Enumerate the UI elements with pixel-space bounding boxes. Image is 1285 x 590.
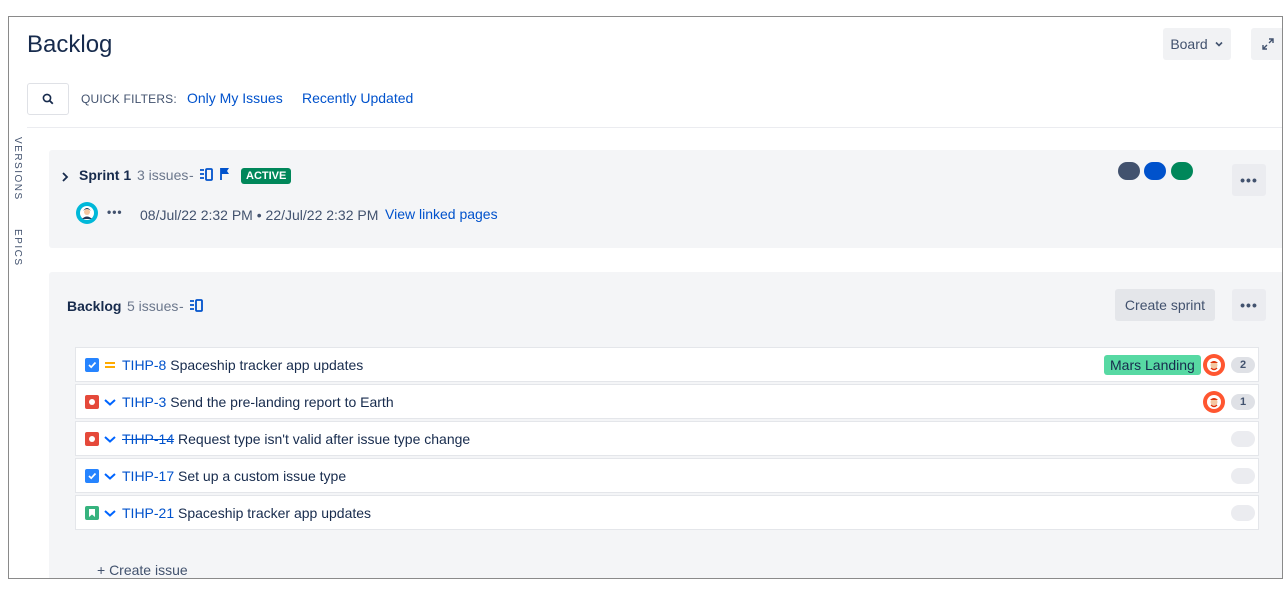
- low-priority-icon: [103, 505, 117, 521]
- board-view-icon[interactable]: [189, 299, 203, 313]
- sprint-issue-count: 3 issues: [137, 167, 189, 183]
- sprint-actions-button[interactable]: •••: [1232, 164, 1266, 196]
- sprint-name: Sprint 1: [79, 167, 132, 183]
- issue-key[interactable]: TIHP-8: [122, 357, 166, 373]
- issue-key[interactable]: TIHP-17: [122, 468, 174, 484]
- story-points-badge[interactable]: 1: [1231, 394, 1255, 410]
- view-linked-pages-link[interactable]: View linked pages: [385, 206, 498, 222]
- side-tabs: VERSIONS EPICS: [9, 137, 27, 277]
- sprint-panel: Sprint 1 3 issues - ACTIVE ••• 08/Jul/22…: [49, 150, 1282, 248]
- status-badge: ACTIVE: [241, 168, 292, 184]
- issue-row-tihp-17[interactable]: TIHP-17 Set up a custom issue type: [75, 458, 1259, 493]
- user-avatar-icon: [1207, 358, 1221, 372]
- epic-label[interactable]: Mars Landing: [1104, 355, 1201, 375]
- issue-key[interactable]: TIHP-21: [122, 505, 174, 521]
- issue-key[interactable]: TIHP-14: [122, 431, 174, 447]
- epics-tab[interactable]: EPICS: [12, 229, 23, 267]
- backlog-window: Backlog Board QUICK FILTERS: Only My Iss…: [8, 16, 1283, 579]
- search-icon: [42, 93, 54, 105]
- expand-button[interactable]: [1251, 28, 1282, 60]
- board-dropdown[interactable]: Board: [1163, 28, 1231, 60]
- more-icon: •••: [1240, 172, 1258, 188]
- todo-status-pill: [1118, 162, 1140, 180]
- page-title: Backlog: [27, 31, 113, 58]
- create-sprint-button[interactable]: Create sprint: [1115, 289, 1215, 321]
- story-points-badge[interactable]: [1231, 505, 1255, 521]
- backlog-panel: Backlog 5 issues - Create sprint ••• TIH…: [49, 272, 1282, 578]
- issue-row-tihp-3[interactable]: TIHP-3 Send the pre-landing report to Ea…: [75, 384, 1259, 419]
- more-icon: •••: [1240, 297, 1258, 313]
- expand-icon: [1262, 38, 1274, 50]
- divider: [27, 127, 1282, 128]
- sprint-date-range: 08/Jul/22 2:32 PM • 22/Jul/22 2:32 PM: [140, 207, 379, 223]
- issue-row-tihp-8[interactable]: TIHP-8 Spaceship tracker app updates Mar…: [75, 347, 1259, 382]
- backlog-actions-button[interactable]: •••: [1232, 289, 1266, 321]
- filter-only-my-issues[interactable]: Only My Issues: [187, 90, 283, 106]
- story-points-badge[interactable]: [1231, 431, 1255, 447]
- bug-icon: [85, 395, 99, 409]
- issue-row-tihp-14[interactable]: TIHP-14 Request type isn't valid after i…: [75, 421, 1259, 456]
- bug-icon: [85, 432, 99, 446]
- flag-icon: [220, 168, 229, 180]
- create-issue-button[interactable]: + Create issue: [97, 562, 188, 578]
- chevron-down-icon: [1215, 41, 1223, 47]
- board-view-icon[interactable]: [199, 168, 213, 182]
- issue-summary: Spaceship tracker app updates: [170, 357, 364, 373]
- issue-summary: Spaceship tracker app updates: [178, 505, 372, 521]
- in-progress-status-pill: [1144, 162, 1166, 180]
- low-priority-icon: [103, 468, 117, 484]
- versions-tab[interactable]: VERSIONS: [12, 137, 23, 201]
- backlog-separator: -: [179, 298, 184, 314]
- issue-summary: Set up a custom issue type: [178, 468, 347, 484]
- chevron-right-icon[interactable]: [61, 172, 69, 182]
- issue-summary: Send the pre-landing report to Earth: [170, 394, 394, 410]
- assignee-avatar[interactable]: [1203, 391, 1225, 413]
- low-priority-icon: [103, 394, 117, 410]
- story-points-badge[interactable]: 2: [1231, 357, 1255, 373]
- task-icon: [85, 358, 99, 372]
- issue-summary: Request type isn't valid after issue typ…: [178, 431, 471, 447]
- assignee-avatar[interactable]: [1203, 354, 1225, 376]
- sprint-separator: -: [189, 167, 194, 183]
- issue-row-tihp-21[interactable]: TIHP-21 Spaceship tracker app updates: [75, 495, 1259, 530]
- user-avatar-icon: [1207, 395, 1221, 409]
- story-points-badge[interactable]: [1231, 468, 1255, 484]
- task-icon: [85, 469, 99, 483]
- avatar[interactable]: [76, 202, 98, 224]
- filter-recently-updated[interactable]: Recently Updated: [302, 90, 413, 106]
- done-status-pill: [1171, 162, 1193, 180]
- user-avatar-icon: [80, 206, 94, 220]
- board-label: Board: [1170, 36, 1208, 52]
- sprint-more-menu[interactable]: •••: [107, 205, 123, 219]
- medium-priority-icon: [103, 357, 117, 373]
- quick-filters-label: QUICK FILTERS:: [81, 92, 177, 106]
- search-input[interactable]: [27, 83, 69, 115]
- issue-key[interactable]: TIHP-3: [122, 394, 166, 410]
- backlog-issue-count: 5 issues: [127, 298, 179, 314]
- backlog-name: Backlog: [67, 298, 122, 314]
- story-icon: [85, 506, 99, 520]
- low-priority-icon: [103, 431, 117, 447]
